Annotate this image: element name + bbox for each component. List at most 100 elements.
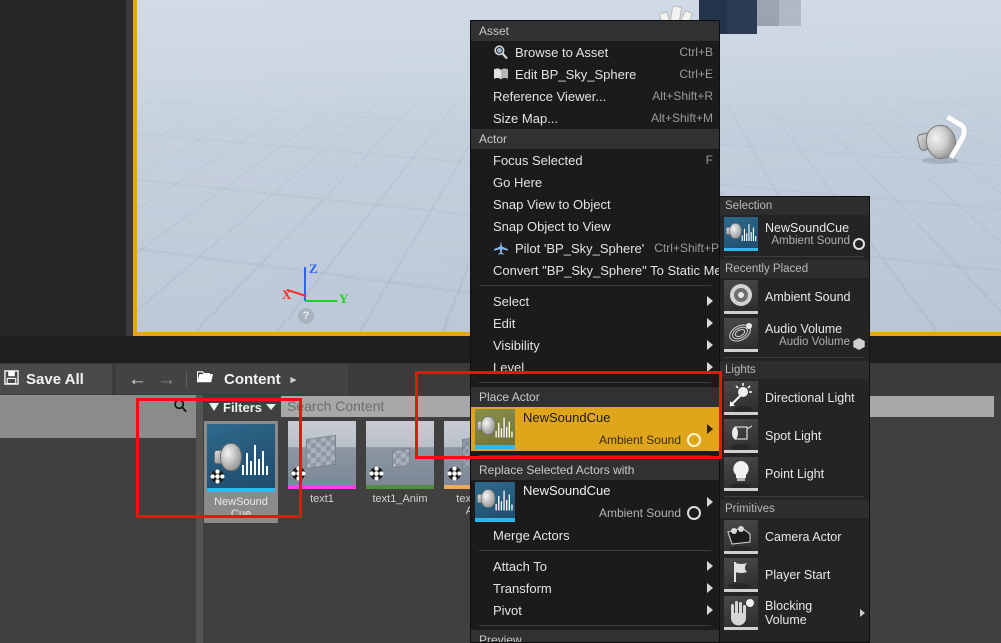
- ambient-sound-speaker-icon[interactable]: [916, 114, 972, 169]
- place-item-text: NewSoundCue Ambient Sound: [758, 221, 850, 248]
- panel-divider: [724, 256, 864, 257]
- filters-button[interactable]: Filters: [209, 397, 277, 417]
- asset-modified-icon: [369, 466, 384, 481]
- panel-divider: [724, 496, 864, 497]
- volume-cube-icon: [853, 338, 865, 350]
- place-section-primitives: Primitives: [719, 500, 869, 518]
- gizmo-x-label: X: [282, 287, 292, 302]
- asset-type-bar: [475, 518, 515, 522]
- submenu-chevron-icon: [707, 362, 713, 372]
- menu-item-label: Focus Selected: [493, 152, 583, 168]
- place-item-subtitle: Audio Volume: [779, 335, 850, 348]
- asset-subtitle: Ambient Sound: [598, 506, 681, 520]
- asset-tile-text1-anim[interactable]: text1_Anim: [366, 421, 434, 523]
- actor-context-menu[interactable]: Asset Browse to Asset Ctrl+B Edit BP_Sky…: [470, 20, 720, 643]
- menu-item-snap-view-to-object[interactable]: Snap View to Object: [471, 193, 719, 215]
- menu-item-label: Attach To: [493, 558, 547, 574]
- menu-item-label: Snap View to Object: [493, 196, 611, 212]
- menu-item-transform[interactable]: Transform: [471, 577, 719, 599]
- menu-item-text: NewSoundCue Ambient Sound: [515, 482, 683, 522]
- place-item-camera-actor[interactable]: Camera Actor: [719, 518, 869, 556]
- place-item-directional-light[interactable]: Directional Light: [719, 379, 869, 417]
- sources-tree-row[interactable]: [0, 417, 196, 438]
- place-item-point-light[interactable]: Point Light: [719, 455, 869, 493]
- place-item-text: Camera Actor: [758, 530, 865, 544]
- menu-item-browse-to-asset[interactable]: Browse to Asset Ctrl+B: [471, 41, 719, 63]
- place-item-text: Directional Light: [758, 391, 865, 405]
- gizmo-y-label: Y: [339, 291, 349, 306]
- menu-item-label: Edit BP_Sky_Sphere: [515, 66, 637, 82]
- place-item-player-start[interactable]: Player Start: [719, 556, 869, 594]
- viewport-block-d: [757, 0, 779, 26]
- place-item-audio-volume[interactable]: Audio Volume Audio Volume: [719, 316, 869, 354]
- arrow-left-icon[interactable]: ←: [128, 370, 147, 389]
- asset-thumbnail: [366, 421, 434, 489]
- menu-divider: [479, 625, 711, 626]
- content-browser-splitter[interactable]: [196, 395, 203, 643]
- content-browser-path-bar[interactable]: ← → Content ▸: [116, 364, 348, 394]
- menu-item-label: Visibility: [493, 337, 540, 353]
- menu-item-go-here[interactable]: Go Here: [471, 171, 719, 193]
- menu-divider: [479, 285, 711, 286]
- place-item-spot-light[interactable]: Spot Light: [719, 417, 869, 455]
- menu-item-convert-to-static-mesh[interactable]: Convert "BP_Sky_Sphere" To Static Mesh: [471, 259, 719, 281]
- menu-item-merge-actors[interactable]: Merge Actors: [471, 524, 719, 546]
- asset-tile-text1[interactable]: text1: [288, 421, 356, 523]
- arrow-right-icon[interactable]: →: [157, 370, 176, 389]
- place-item-name: Blocking Volume: [765, 599, 813, 627]
- place-section-recently-placed: Recently Placed: [719, 260, 869, 278]
- chevron-down-icon: [266, 404, 277, 410]
- place-actors-panel[interactable]: Selection NewSoundCue Ambient Sound Rece…: [718, 196, 870, 643]
- asset-modified-icon: [210, 469, 225, 484]
- asset-label: text1: [310, 493, 334, 505]
- menu-item-shortcut: Alt+Shift+M: [650, 111, 713, 125]
- menu-item-level[interactable]: Level: [471, 356, 719, 378]
- place-item-newsoundcue[interactable]: NewSoundCue Ambient Sound: [719, 215, 869, 253]
- place-item-name: Point Light: [765, 467, 825, 481]
- menu-item-label: Snap Object to View: [493, 218, 611, 234]
- viewport-help-icon[interactable]: ?: [298, 308, 314, 324]
- menu-section-actor: Actor: [471, 129, 719, 149]
- menu-item-shortcut: F: [705, 153, 713, 167]
- editor-root: Z Y X ? Save All ← → Content ▸ Filters S…: [0, 0, 1001, 643]
- funnel-icon: [209, 403, 219, 411]
- submenu-chevron-icon: [707, 497, 713, 507]
- breadcrumb-content[interactable]: Content: [224, 371, 281, 388]
- menu-section-asset: Asset: [471, 21, 719, 41]
- menu-item-replace-actor-newsoundcue[interactable]: NewSoundCue Ambient Sound: [471, 480, 719, 524]
- asset-type-bar: [288, 485, 356, 489]
- menu-item-snap-object-to-view[interactable]: Snap Object to View: [471, 215, 719, 237]
- menu-item-edit[interactable]: Edit: [471, 312, 719, 334]
- asset-label: text1_Anim: [372, 493, 428, 505]
- viewport-axis-gizmo: Z Y X ?: [280, 261, 350, 324]
- breadcrumb-chevron-icon[interactable]: ▸: [291, 373, 297, 386]
- place-item-subtitle: Ambient Sound: [771, 234, 850, 247]
- menu-item-edit-bp-sky-sphere[interactable]: Edit BP_Sky_Sphere Ctrl+E: [471, 63, 719, 85]
- hand-icon: [724, 596, 758, 630]
- menu-item-place-actor-newsoundcue[interactable]: NewSoundCue Ambient Sound: [471, 407, 719, 451]
- menu-item-size-map[interactable]: Size Map... Alt+Shift+M: [471, 107, 719, 129]
- menu-item-focus-selected[interactable]: Focus Selected F: [471, 149, 719, 171]
- menu-item-shortcut: Ctrl+B: [679, 45, 713, 59]
- place-item-blocking-volume[interactable]: Blocking Volume: [719, 594, 869, 632]
- place-item-ambient-sound[interactable]: Ambient Sound: [719, 278, 869, 316]
- viewport-selection-border-left: [133, 0, 137, 336]
- menu-item-label: Pivot: [493, 602, 522, 618]
- menu-item-label: Edit: [493, 315, 516, 331]
- menu-item-reference-viewer[interactable]: Reference Viewer... Alt+Shift+R: [471, 85, 719, 107]
- place-item-name: Directional Light: [765, 391, 855, 405]
- folder-icon: [196, 370, 214, 388]
- menu-item-attach-to[interactable]: Attach To: [471, 555, 719, 577]
- save-all-button[interactable]: Save All: [0, 364, 112, 394]
- menu-item-visibility[interactable]: Visibility: [471, 334, 719, 356]
- sources-search-input[interactable]: [0, 395, 196, 417]
- menu-item-select[interactable]: Select: [471, 290, 719, 312]
- menu-item-pivot[interactable]: Pivot: [471, 599, 719, 621]
- asset-tile-newsoundcue[interactable]: NewSound Cue: [204, 421, 278, 523]
- asset-type-bar: [475, 445, 515, 449]
- asset-name: NewSoundCue: [523, 483, 611, 498]
- menu-item-label: Merge Actors: [493, 527, 570, 543]
- place-item-text: Audio Volume Audio Volume: [758, 322, 850, 349]
- menu-item-pilot-bp-sky-sphere[interactable]: Pilot 'BP_Sky_Sphere' Ctrl+Shift+P: [471, 237, 719, 259]
- ambient-sound-badge-icon: [687, 506, 701, 520]
